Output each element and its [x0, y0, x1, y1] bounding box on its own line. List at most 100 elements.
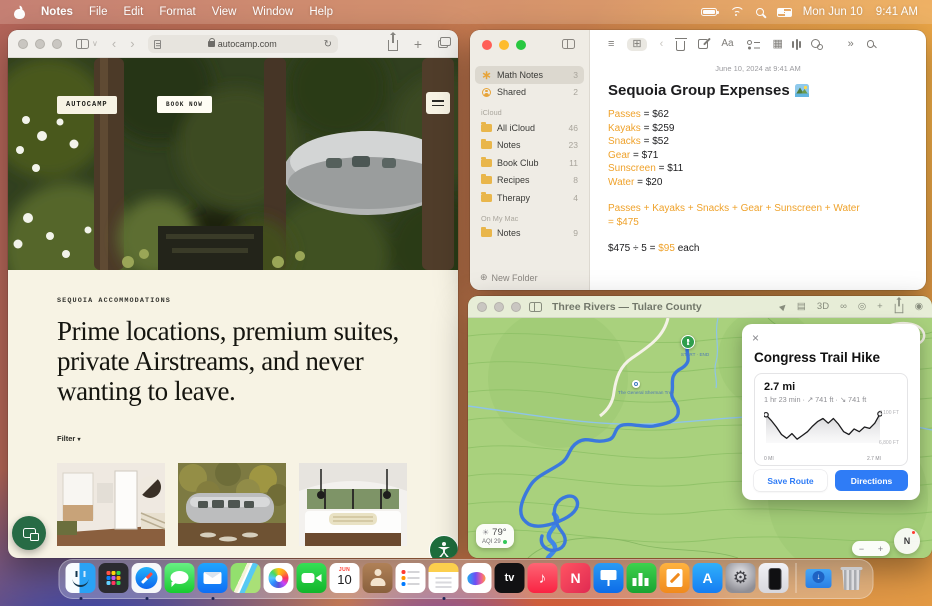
current-location-icon[interactable]: ▶	[777, 301, 788, 312]
reload-icon[interactable]: ↻	[324, 39, 332, 50]
accessibility-button[interactable]	[429, 535, 458, 558]
new-note-icon[interactable]	[698, 39, 708, 49]
listing-photo-interior[interactable]	[57, 463, 165, 546]
share-icon[interactable]	[894, 304, 903, 313]
sidebar-item-all-icloud[interactable]: All iCloud 46	[475, 119, 584, 137]
dock-music-icon[interactable]	[528, 563, 558, 593]
zoom-button[interactable]	[516, 40, 526, 50]
battery-icon[interactable]	[701, 8, 717, 16]
sidebar-item-therapy[interactable]: Therapy 4	[475, 189, 584, 207]
book-now-button[interactable]: BOOK NOW	[157, 96, 212, 113]
dock-settings-icon[interactable]	[726, 563, 756, 593]
sherman-tree-poi[interactable]	[632, 380, 640, 388]
gallery-view-icon[interactable]: ⊞	[627, 38, 646, 51]
close-button[interactable]	[477, 302, 487, 312]
menu-window[interactable]: Window	[252, 6, 293, 18]
list-view-icon[interactable]: ≡	[608, 39, 614, 50]
dock-mail-icon[interactable]	[198, 563, 228, 593]
drop-pin-icon[interactable]: ◎	[858, 301, 866, 312]
tab-overview-icon[interactable]	[438, 40, 448, 48]
filter-control[interactable]: Filter ▾	[57, 434, 409, 443]
sidebar-toggle-icon[interactable]	[562, 39, 575, 49]
table-icon[interactable]: ▦	[773, 39, 783, 50]
dock-iphone-mirroring-icon[interactable]	[759, 563, 789, 593]
new-tab-icon[interactable]: +	[414, 37, 422, 51]
dock-downloads-icon[interactable]	[804, 563, 834, 593]
listing-photo-bedroom[interactable]	[299, 463, 407, 546]
dock-reminders-icon[interactable]	[396, 563, 426, 593]
dock-facetime-icon[interactable]	[297, 563, 327, 593]
3d-toggle[interactable]: 3D	[817, 301, 829, 312]
sidebar-item-notes[interactable]: Notes 23	[475, 137, 584, 155]
menubar-time[interactable]: 9:41 AM	[876, 6, 918, 18]
control-center-icon[interactable]	[777, 8, 790, 17]
minimize-button[interactable]	[35, 39, 45, 49]
zoom-button[interactable]	[52, 39, 62, 49]
zoom-button[interactable]	[511, 302, 521, 312]
add-icon[interactable]: +	[877, 301, 883, 312]
dock-pages-icon[interactable]	[660, 563, 690, 593]
weather-widget[interactable]: ☀79° AQI 29	[476, 524, 514, 548]
minimize-button[interactable]	[499, 40, 509, 50]
zoom-out-button[interactable]: −	[859, 544, 864, 554]
map-zoom-control[interactable]: − +	[852, 541, 890, 556]
forward-button[interactable]: ›	[130, 37, 134, 50]
sidebar-chevron-icon[interactable]: ∨	[92, 40, 98, 48]
dock-finder-icon[interactable]	[66, 563, 96, 593]
dock-calendar-icon[interactable]: JUN10	[330, 563, 360, 593]
dock-trash-icon[interactable]	[837, 563, 867, 593]
more-toolbar-icon[interactable]: »	[848, 39, 854, 50]
spotlight-icon[interactable]	[756, 8, 764, 16]
reader-icon[interactable]	[154, 40, 161, 49]
dock-launchpad-icon[interactable]	[99, 563, 129, 593]
dock-keynote-icon[interactable]	[594, 563, 624, 593]
sidebar-item-math-notes[interactable]: ∗ Math Notes 3	[475, 66, 584, 84]
menu-format[interactable]: Format	[159, 6, 195, 18]
dock-photos-icon[interactable]	[264, 563, 294, 593]
collaborate-icon[interactable]	[811, 39, 823, 50]
listing-photo-exterior[interactable]	[178, 463, 286, 546]
note-editor[interactable]: June 10, 2024 at 9:41 AM Sequoia Group E…	[590, 58, 926, 256]
account-icon[interactable]: ◉	[915, 301, 923, 312]
save-route-button[interactable]: Save Route	[754, 470, 827, 491]
sidebar-item-book-club[interactable]: Book Club 11	[475, 154, 584, 172]
dock-contacts-icon[interactable]	[363, 563, 393, 593]
dock-notes-icon[interactable]	[429, 563, 459, 593]
notes-window[interactable]: ∗ Math Notes 3 Shared 2 iCloud All iClou…	[470, 30, 926, 290]
directions-button[interactable]: Directions	[835, 470, 908, 491]
address-bar[interactable]: autocamp.com ↻	[148, 35, 338, 53]
back-button[interactable]: ‹	[112, 37, 116, 50]
wifi-icon[interactable]	[730, 7, 743, 17]
safari-window[interactable]: ∨ ‹ › autocamp.com ↻ +	[8, 30, 458, 558]
sidebar-toggle-icon[interactable]	[76, 39, 89, 49]
checklist-icon[interactable]	[747, 39, 760, 49]
zoom-in-button[interactable]: +	[878, 544, 883, 554]
dock-messages-icon[interactable]	[165, 563, 195, 593]
share-icon[interactable]	[388, 40, 398, 51]
menu-view[interactable]: View	[212, 6, 237, 18]
autocamp-logo-button[interactable]: AUTOCAMP	[57, 96, 117, 114]
minimize-button[interactable]	[494, 302, 504, 312]
dock-appstore-icon[interactable]	[693, 563, 723, 593]
sidebar-toggle-icon[interactable]	[529, 302, 542, 312]
map-mode-icon[interactable]: ▤	[797, 301, 806, 312]
search-icon[interactable]	[867, 40, 875, 48]
dock-news-icon[interactable]	[561, 563, 591, 593]
dock-numbers-icon[interactable]	[627, 563, 657, 593]
compass-control[interactable]: N	[894, 528, 920, 554]
menu-edit[interactable]: Edit	[123, 6, 143, 18]
menu-app-name[interactable]: Notes	[41, 6, 73, 18]
close-button[interactable]	[482, 40, 492, 50]
apple-menu-icon[interactable]	[14, 6, 25, 19]
back-icon[interactable]: ‹	[660, 39, 664, 50]
menubar-date[interactable]: Mon Jun 10	[803, 6, 863, 18]
menu-help[interactable]: Help	[309, 6, 333, 18]
dock-freeform-icon[interactable]	[462, 563, 492, 593]
format-icon[interactable]: Aa	[721, 39, 733, 49]
maps-window[interactable]: Three Rivers — Tulare County ▶ ▤ 3D ∞ ◎ …	[468, 296, 932, 558]
dock-maps-icon[interactable]	[231, 563, 261, 593]
dock-safari-icon[interactable]	[132, 563, 162, 593]
sidebar-item-shared[interactable]: Shared 2	[475, 84, 584, 102]
menu-file[interactable]: File	[89, 6, 108, 18]
delete-note-icon[interactable]	[676, 41, 685, 51]
